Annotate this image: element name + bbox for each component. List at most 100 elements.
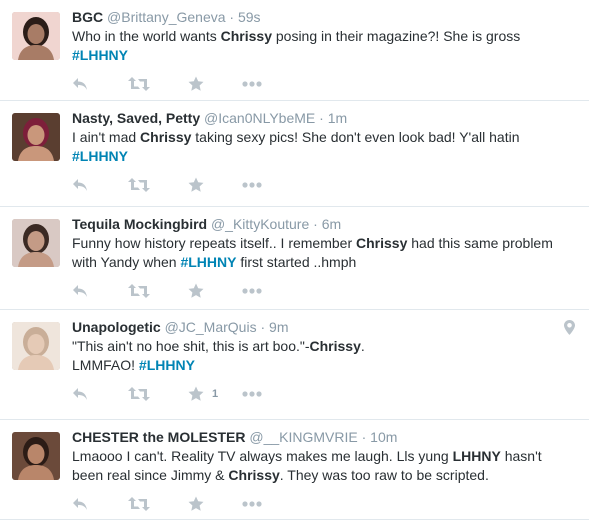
tweet-actions [72,75,575,97]
tweet-timestamp[interactable]: 59s [238,9,261,25]
tweet-fullname[interactable]: BGC [72,9,103,25]
tweet-header: BGC @Brittany_Geneva · 59s [72,8,575,26]
favorite-button[interactable] [188,282,204,300]
star-icon [188,386,204,402]
location-pin-icon[interactable] [564,320,575,340]
hashtag-link[interactable]: #LHHNY [72,148,128,164]
favorite-button[interactable] [188,176,204,194]
highlighted-keyword: Chrissy [220,28,272,44]
reply-button[interactable] [72,176,88,194]
more-button[interactable] [242,495,262,513]
tweet-screen-name[interactable]: @__KINGMVRIE [249,429,357,445]
favorite-button[interactable] [188,495,204,513]
more-icon [242,81,262,87]
reply-button[interactable] [72,495,88,513]
tweet-text-segment: taking sexy pics! She don't even look ba… [191,129,520,145]
avatar[interactable] [12,12,60,60]
reply-button[interactable] [72,385,88,403]
tweet-separator: · [319,110,324,126]
highlighted-keyword: Chrissy [356,235,408,251]
tweet-text-segment: had this same problem [407,235,553,251]
more-button[interactable] [242,176,262,194]
tweet-header: Tequila Mockingbird @_KittyKouture · 6m [72,215,575,233]
tweet-text-segment: Funny how history repeats itself.. I rem… [72,235,356,251]
tweet-text: Lmaooo I can't. Reality TV always makes … [72,447,575,485]
tweet-timestamp[interactable]: 1m [328,110,347,126]
more-button[interactable] [242,282,262,300]
highlighted-keyword: LHHNY [452,448,501,464]
tweet-text-segment: been real since Jimmy & [72,467,229,483]
tweet-text-segment: LMMFAO! [72,357,139,373]
tweet-fullname[interactable]: CHESTER the MOLESTER [72,429,245,445]
star-icon [188,283,204,299]
tweet-fullname[interactable]: Nasty, Saved, Petty [72,110,200,126]
reply-button[interactable] [72,75,88,93]
tweet-text-segment: Lmaooo I can't. Reality TV always makes … [72,448,453,464]
tweet-text: "This ain't no hoe shit, this is art boo… [72,337,575,375]
tweet[interactable]: Unapologetic @JC_MarQuis · 9m "This ain't… [0,310,589,420]
tweet-text-segment: hasn't [500,448,542,464]
tweet-actions: 1 [72,385,575,407]
reply-icon [72,387,88,401]
tweet-timestamp[interactable]: 6m [322,216,341,232]
favorite-count: 1 [212,388,219,400]
avatar[interactable] [12,219,60,267]
avatar[interactable] [12,322,60,370]
retweet-button[interactable] [128,495,150,513]
tweet-text: Who in the world wants Chrissy posing in… [72,27,575,65]
retweet-button[interactable] [128,282,150,300]
retweet-icon [128,387,150,401]
highlighted-keyword: Chrissy [228,467,280,483]
tweet-screen-name[interactable]: @_KittyKouture [211,216,309,232]
more-icon [242,288,262,294]
tweet-separator: · [313,216,318,232]
retweet-icon [128,284,150,298]
tweet[interactable]: BGC @Brittany_Geneva · 59s Who in the wor… [0,0,589,101]
star-icon [188,496,204,512]
tweet-text-segment: Who in the world wants [72,28,221,44]
star-icon [188,76,204,92]
tweet-text-segment: I ain't mad [72,129,141,145]
tweet-screen-name[interactable]: @Ican0NLYbeME [204,110,315,126]
tweet-feed: BGC @Brittany_Geneva · 59s Who in the wor… [0,0,589,520]
tweet-text-segment: posing in their magazine?! She is gross [271,28,521,44]
avatar[interactable] [12,432,60,480]
retweet-button[interactable] [128,176,150,194]
reply-button[interactable] [72,282,88,300]
favorite-button[interactable] [188,75,204,93]
retweet-icon [128,178,150,192]
tweet-screen-name[interactable]: @JC_MarQuis [165,319,257,335]
tweet[interactable]: Nasty, Saved, Petty @Ican0NLYbeME · 1m I … [0,101,589,207]
tweet-screen-name[interactable]: @Brittany_Geneva [107,9,226,25]
avatar[interactable] [12,113,60,161]
reply-icon [72,497,88,511]
tweet-fullname[interactable]: Tequila Mockingbird [72,216,207,232]
retweet-button[interactable] [128,385,150,403]
more-button[interactable] [242,75,262,93]
retweet-icon [128,497,150,511]
reply-icon [72,284,88,298]
retweet-button[interactable] [128,75,150,93]
tweet-timestamp[interactable]: 10m [370,429,397,445]
tweet-timestamp[interactable]: 9m [269,319,288,335]
hashtag-link[interactable]: #LHHNY [180,254,236,270]
tweet-text-segment: "This ain't no hoe shit, this is art boo… [72,338,310,354]
highlighted-keyword: Chrissy [140,129,192,145]
star-icon [188,177,204,193]
tweet-actions [72,495,575,517]
more-icon [242,182,262,188]
hashtag-link[interactable]: #LHHNY [139,357,195,373]
favorite-button[interactable]: 1 [188,385,218,403]
tweet-fullname[interactable]: Unapologetic [72,319,161,335]
tweet-actions [72,282,575,304]
tweet-separator: · [260,319,266,335]
highlighted-keyword: Chrissy [309,338,361,354]
tweet-separator: · [361,429,367,445]
tweet[interactable]: Tequila Mockingbird @_KittyKouture · 6m F… [0,207,589,310]
hashtag-link[interactable]: #LHHNY [72,47,128,63]
tweet[interactable]: CHESTER the MOLESTER @__KINGMVRIE · 10m L… [0,420,589,520]
tweet-text-segment: first started ..hmph [236,254,357,270]
tweet-text: Funny how history repeats itself.. I rem… [72,234,575,272]
more-button[interactable] [242,385,262,403]
tweet-text-segment: . They was too raw to be scripted. [279,467,489,483]
